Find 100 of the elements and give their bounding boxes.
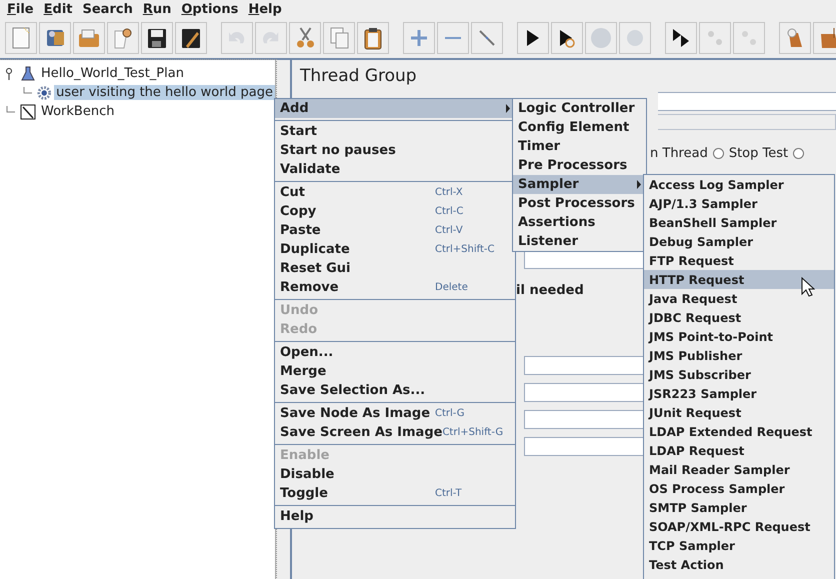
save-button[interactable] — [141, 22, 173, 54]
close-button[interactable] — [107, 22, 139, 54]
menu-item[interactable]: Paste Ctrl-V — [275, 221, 515, 240]
menu-item[interactable]: Options — [176, 0, 244, 20]
menu-item[interactable]: Open... — [275, 343, 515, 362]
remote-stop-icon — [707, 30, 723, 46]
clear-all-button[interactable] — [813, 22, 836, 54]
save-as-button[interactable] — [175, 22, 207, 54]
minus-icon — [444, 37, 462, 39]
collapse-button[interactable] — [437, 22, 469, 54]
wand-icon — [479, 30, 495, 46]
copy-icon — [330, 27, 348, 49]
menu-item[interactable]: Disable — [275, 465, 515, 484]
menu-item[interactable]: Debug Sampler — [644, 232, 834, 251]
menu-item[interactable]: Logic Controller — [513, 99, 646, 118]
field-label: il needed — [516, 283, 584, 298]
menu-item[interactable]: AJP/1.3 Sampler — [644, 194, 834, 213]
open-button[interactable] — [73, 22, 105, 54]
remote-start-button[interactable] — [665, 22, 697, 54]
menu-item[interactable]: BeanShell Sampler — [644, 213, 834, 232]
menu-item[interactable]: Pre Processors — [513, 156, 646, 175]
notepad-icon — [20, 104, 36, 120]
tree-node[interactable]: user visiting the hello world page — [54, 85, 275, 100]
flask-icon — [20, 66, 36, 82]
new-button[interactable] — [5, 22, 37, 54]
menu-item[interactable]: HTTP Request — [644, 270, 834, 289]
menu-item[interactable]: Mail Reader Sampler — [644, 460, 834, 479]
menu-item[interactable]: Sampler — [513, 175, 646, 194]
menu-item[interactable]: SMTP Sampler — [644, 498, 834, 517]
menu-item[interactable]: Save Screen As ImageCtrl+Shift-G — [275, 423, 515, 442]
menu-item[interactable]: Duplicate Ctrl+Shift-C — [275, 240, 515, 259]
menu-item[interactable]: FTP Request — [644, 251, 834, 270]
menu-item[interactable]: Timer — [513, 137, 646, 156]
menu-item[interactable]: SOAP/XML-RPC Request — [644, 517, 834, 536]
start-no-pauses-button[interactable] — [551, 22, 583, 54]
tree-node[interactable]: Hello_World_Test_Plan — [39, 66, 186, 81]
start-button[interactable] — [517, 22, 549, 54]
menu-item[interactable]: JUnit Request — [644, 403, 834, 422]
menu-item[interactable]: Access Log Sampler — [644, 175, 834, 194]
document-icon — [12, 27, 30, 49]
menu-item[interactable]: Run — [138, 0, 176, 20]
radio-label[interactable]: Stop Test — [728, 146, 788, 161]
menu-item[interactable]: Assertions — [513, 213, 646, 232]
menu-item[interactable]: File — [2, 0, 39, 20]
play-icon — [526, 29, 540, 47]
input-field[interactable] — [658, 92, 836, 111]
menu-item[interactable]: Search — [78, 0, 138, 20]
gear-icon — [36, 84, 52, 100]
menu-item[interactable]: Cut Ctrl-X — [275, 183, 515, 202]
scissors-icon — [296, 27, 314, 49]
menu-item[interactable]: Remove Delete — [275, 278, 515, 297]
menu-item[interactable]: Java Request — [644, 289, 834, 308]
remote-stop-icon — [741, 30, 757, 46]
menu-item[interactable]: JMS Publisher — [644, 346, 834, 365]
cut-button[interactable] — [289, 22, 321, 54]
menu-item[interactable]: Save Node As Image Ctrl-G — [275, 404, 515, 423]
menu-item[interactable]: JMS Point-to-Point — [644, 327, 834, 346]
menu-item[interactable]: Config Element — [513, 118, 646, 137]
submenu-arrow-icon — [636, 180, 642, 189]
expand-handle-icon[interactable] — [5, 68, 15, 80]
radio-label[interactable]: n Thread — [650, 146, 708, 161]
menu-item[interactable]: Help — [275, 507, 515, 526]
menu-item[interactable]: Reset Gui — [275, 259, 515, 278]
paste-button[interactable] — [357, 22, 389, 54]
menu-item[interactable]: Copy Ctrl-C — [275, 202, 515, 221]
broom-icon — [787, 28, 803, 48]
book-icon — [46, 29, 64, 47]
menu-item[interactable]: Merge — [275, 362, 515, 381]
mouse-pointer-icon — [801, 277, 815, 297]
radio-button[interactable] — [712, 148, 724, 159]
menu-item[interactable]: OS Process Sampler — [644, 479, 834, 498]
menu-item[interactable]: Listener — [513, 232, 646, 251]
plus-icon — [410, 29, 428, 47]
stop-icon — [626, 29, 644, 47]
menu-item[interactable]: Post Processors — [513, 194, 646, 213]
radio-button[interactable] — [793, 148, 804, 159]
templates-button[interactable] — [39, 22, 71, 54]
clear-button[interactable] — [779, 22, 811, 54]
menu-item[interactable]: JSR223 Sampler — [644, 384, 834, 403]
menu-item[interactable]: Test Action — [644, 555, 834, 574]
menu-item[interactable]: TCP Sampler — [644, 536, 834, 555]
menu-item[interactable]: LDAP Extended Request — [644, 422, 834, 441]
menu-item[interactable]: Save Selection As... — [275, 381, 515, 400]
menu-item[interactable]: Edit — [38, 0, 78, 20]
input-field[interactable] — [658, 114, 836, 130]
menu-item[interactable]: Help — [243, 0, 287, 20]
menu-item[interactable]: JMS Subscriber — [644, 365, 834, 384]
menu-item[interactable]: Validate — [275, 160, 515, 179]
menu-item[interactable]: Start no pauses — [275, 141, 515, 160]
stop-icon — [590, 27, 612, 49]
toggle-button[interactable] — [471, 22, 503, 54]
menu-item[interactable]: Start — [275, 122, 515, 141]
broom-icon — [820, 27, 836, 49]
tree-node[interactable]: WorkBench — [39, 104, 116, 119]
remote-play-icon — [672, 28, 690, 48]
expand-button[interactable] — [403, 22, 435, 54]
menu-item[interactable]: LDAP Request — [644, 441, 834, 460]
menu-item[interactable]: Add — [275, 99, 515, 118]
menu-item[interactable]: Toggle Ctrl-T — [275, 484, 515, 503]
menu-item[interactable]: JDBC Request — [644, 308, 834, 327]
